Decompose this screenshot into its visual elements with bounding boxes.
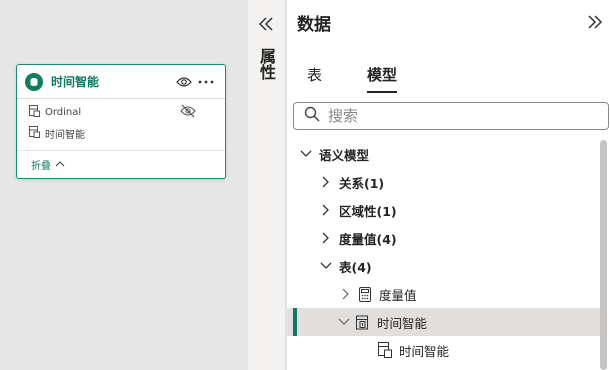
field-row[interactable]: 时间智能 [17, 123, 225, 144]
table-card[interactable]: 时间智能 Ordinal 时间智能 折叠 [16, 64, 226, 179]
chevron-down-icon[interactable] [337, 315, 351, 329]
tree-node-label: 语义模型 [319, 147, 370, 163]
tree-node-tables[interactable]: 表(4) [287, 252, 603, 280]
field-label: 时间智能 [45, 130, 85, 141]
table-card-title: 时间智能 [51, 75, 100, 89]
report-canvas: 时间智能 Ordinal 时间智能 折叠 [0, 0, 248, 370]
tree-node-semantic-model[interactable]: 语义模型 [287, 140, 603, 168]
calculated-column-icon [29, 105, 40, 120]
tree-node-relationships[interactable]: 关系(1) [287, 168, 603, 196]
calculator-icon [357, 286, 373, 302]
tree-node-table-measures[interactable]: 度量值 [287, 280, 603, 308]
table-icon [25, 72, 43, 91]
chevron-down-icon[interactable] [319, 259, 333, 273]
tree-node-column-time-intelligence[interactable]: 时间智能 [287, 336, 603, 364]
tree-node-perspectives[interactable]: 区域性(1) [287, 196, 603, 224]
tree-node-label: 时间智能 [399, 343, 450, 359]
tree-node-label: 表(4) [339, 259, 372, 275]
tree-node-label: 关系(1) [339, 175, 385, 191]
chevron-right-icon[interactable] [339, 287, 353, 301]
calculation-group-icon [355, 314, 371, 330]
chevron-right-icon[interactable] [319, 203, 333, 217]
chevron-up-icon [55, 159, 65, 170]
field-row[interactable]: Ordinal [17, 102, 225, 123]
data-pane-title: 数据 [297, 15, 331, 35]
tree-node-label: 区域性(1) [339, 203, 397, 219]
tree-scrollbar[interactable] [600, 140, 607, 370]
tree-node-table-time-intelligence[interactable]: 时间智能 [287, 308, 603, 336]
tab-table[interactable]: 表 [307, 64, 322, 90]
visibility-eye-icon[interactable] [173, 71, 195, 93]
properties-label[interactable]: 属性 [256, 48, 278, 80]
properties-pane-collapsed: 属性 [248, 0, 286, 370]
tree-node-measures[interactable]: 度量值(4) [287, 224, 603, 252]
collapse-pane-chevron-icon[interactable] [587, 14, 603, 33]
search-box[interactable] [293, 102, 609, 130]
table-card-header: 时间智能 [17, 65, 225, 99]
collapse-label: 折叠 [31, 161, 51, 172]
model-tree: 语义模型 关系(1) 区域性(1) 度量值(4) 表(4) 度量值 时间智能 时… [287, 140, 603, 364]
tab-model[interactable]: 模型 [367, 64, 398, 93]
calculated-column-icon [377, 342, 393, 358]
tree-node-label: 度量值(4) [339, 231, 397, 247]
tree-node-label: 度量值 [379, 287, 417, 303]
chevron-right-icon[interactable] [319, 175, 333, 189]
more-options-icon[interactable] [195, 71, 217, 93]
hidden-eye-icon[interactable] [180, 104, 196, 121]
calculated-column-icon [29, 126, 40, 141]
chevron-down-icon[interactable] [299, 147, 313, 161]
search-input[interactable] [328, 107, 588, 125]
expand-properties-chevron-icon[interactable] [258, 16, 274, 35]
field-label: Ordinal [45, 107, 82, 118]
chevron-right-icon[interactable] [319, 231, 333, 245]
tree-node-label: 时间智能 [377, 315, 428, 331]
search-icon [304, 106, 320, 126]
collapse-button[interactable]: 折叠 [17, 150, 225, 178]
